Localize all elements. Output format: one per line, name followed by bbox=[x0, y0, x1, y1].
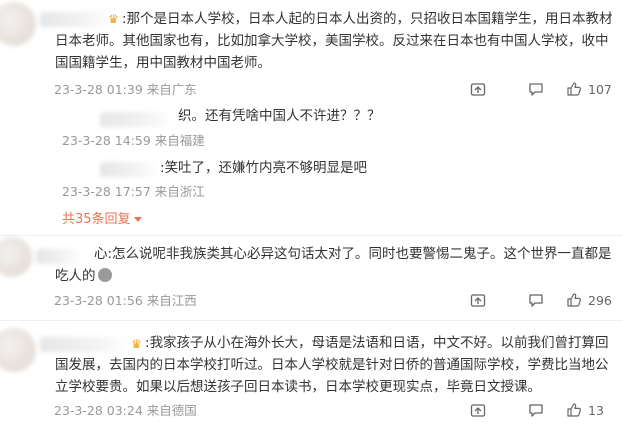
comment-actions: 13 bbox=[470, 402, 620, 420]
comment-actions: 107 bbox=[470, 81, 620, 99]
divider bbox=[0, 235, 623, 236]
comment-meta: 23-3-28 03:24 来自德国 bbox=[54, 403, 197, 418]
avatar[interactable] bbox=[0, 328, 36, 372]
comment-text: 心:怎么说呢非我族类其心必异这句话太对了。同时也要警惕二鬼子。这个世界一直都是吃… bbox=[55, 246, 612, 284]
view-more-replies-link[interactable]: 共35条回复 bbox=[62, 212, 142, 228]
reply-meta: 23-3-28 17:57 来自浙江 bbox=[62, 184, 205, 199]
reply-meta: 23-3-28 14:59 来自福建 bbox=[62, 133, 205, 148]
comment-actions: 296 bbox=[470, 292, 620, 310]
comment-text: :我家孩子从小在海外长大，母语是法语和日语，中文不好。以前我们曾打算回国发展，去… bbox=[55, 335, 609, 395]
like-count: 13 bbox=[588, 403, 604, 418]
reply-username-redacted[interactable] bbox=[100, 112, 172, 127]
comment-icon[interactable] bbox=[528, 402, 544, 418]
comment-icon[interactable] bbox=[528, 81, 544, 97]
share-icon[interactable] bbox=[470, 402, 486, 418]
divider bbox=[0, 320, 623, 321]
user-avatar-icon bbox=[97, 268, 112, 282]
reply-text: 织。还有凭啥中国人不许进？？？ bbox=[178, 108, 381, 124]
chevron-down-icon bbox=[133, 217, 142, 222]
thumbs-up-icon[interactable] bbox=[566, 81, 582, 97]
reply-username-redacted[interactable] bbox=[100, 162, 158, 177]
like-count: 107 bbox=[588, 82, 612, 97]
share-icon[interactable] bbox=[470, 81, 486, 97]
comment-meta: 23-3-28 01:56 来自江西 bbox=[54, 293, 197, 308]
comment-text: :那个是日本人学校，日本人起的日本人出资的，只招收日本国籍学生，用日本教材日本老… bbox=[55, 11, 613, 71]
reply-text: :笑吐了，还嫌竹内亮不够明显是吧 bbox=[160, 160, 368, 176]
comment-meta: 23-3-28 01:39 来自广东 bbox=[54, 82, 197, 97]
avatar[interactable] bbox=[0, 237, 32, 277]
share-icon[interactable] bbox=[470, 292, 486, 308]
thumbs-up-icon[interactable] bbox=[566, 402, 582, 418]
like-count: 296 bbox=[588, 293, 612, 308]
thumbs-up-icon[interactable] bbox=[566, 292, 582, 308]
avatar[interactable] bbox=[0, 2, 36, 46]
comment-icon[interactable] bbox=[528, 292, 544, 308]
